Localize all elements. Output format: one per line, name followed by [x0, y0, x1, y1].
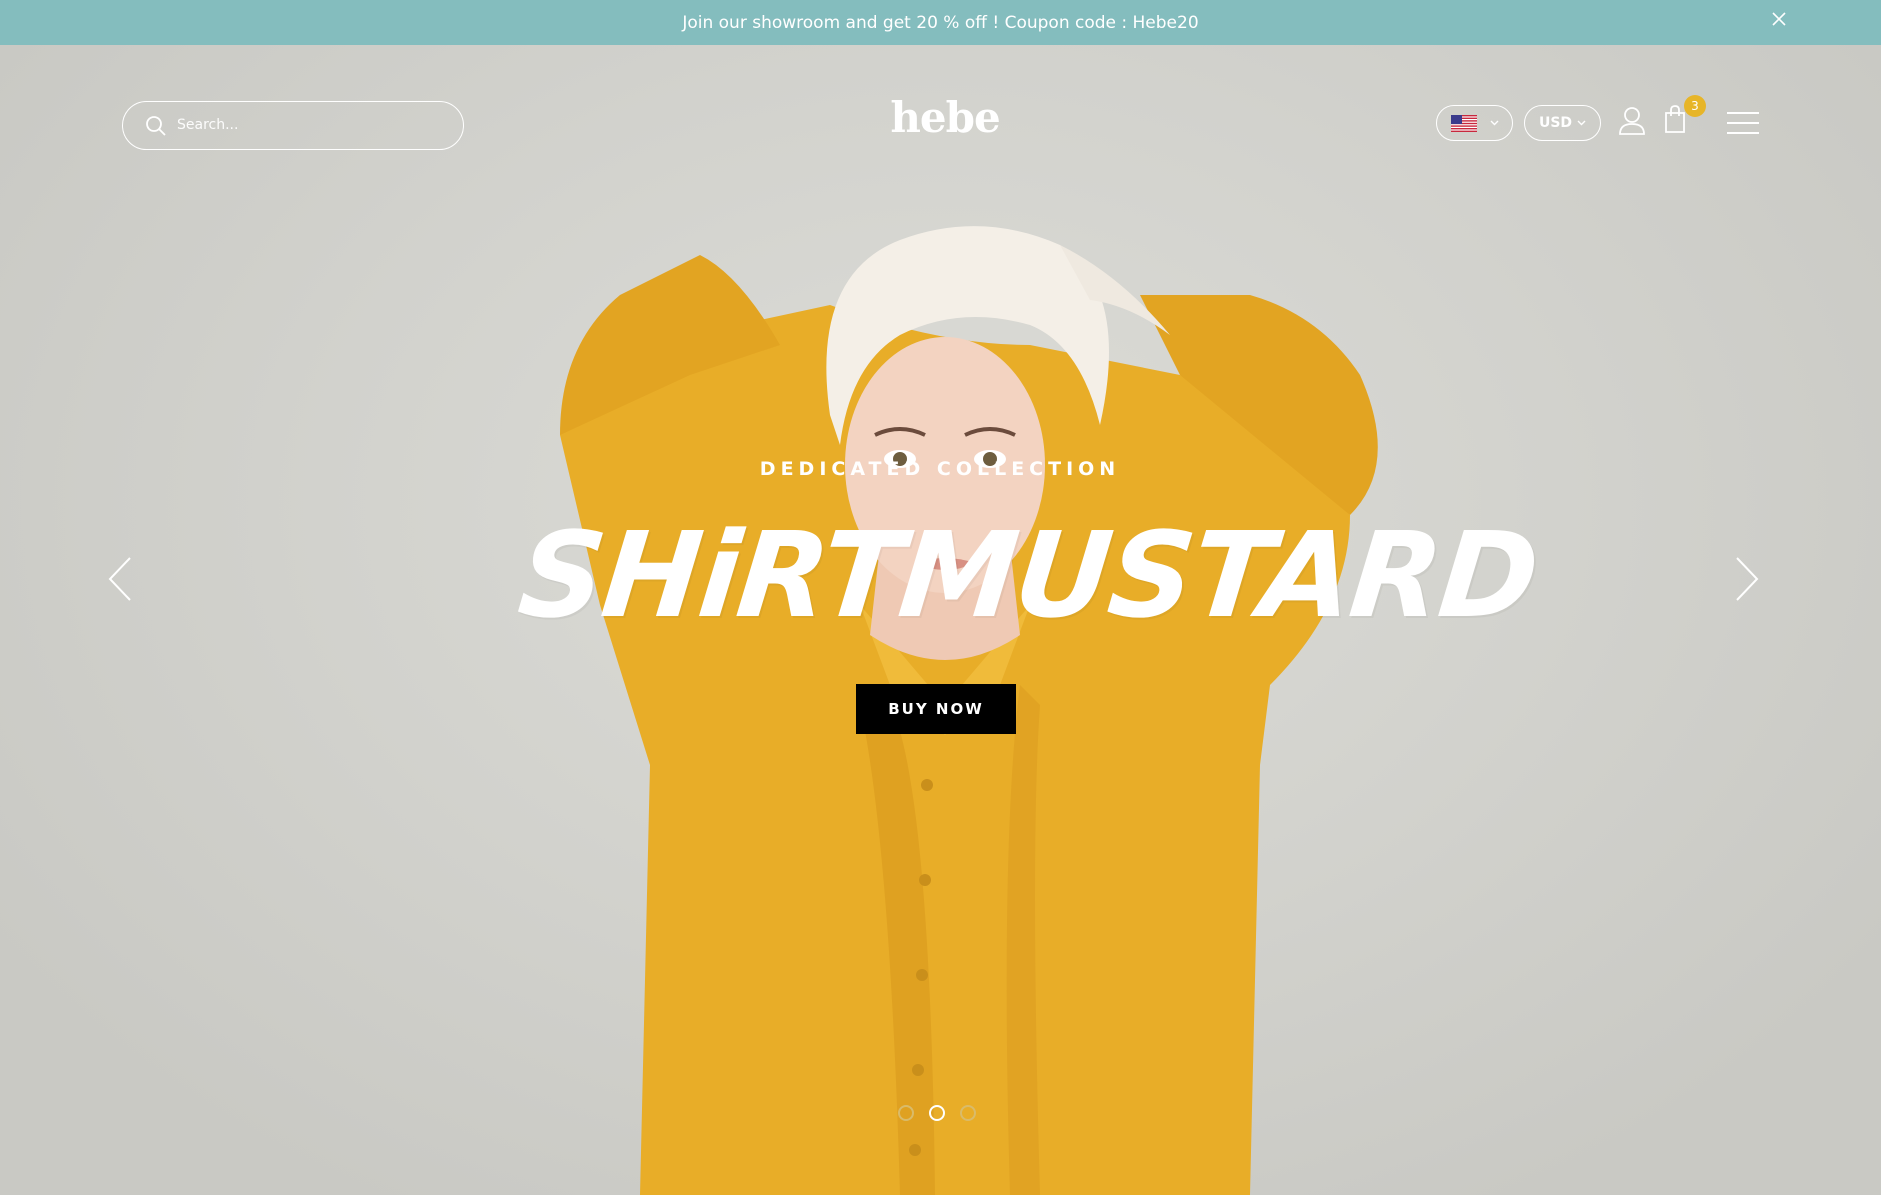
chevron-down-icon [1490, 120, 1498, 126]
user-icon[interactable] [1618, 106, 1646, 136]
arrow-left-icon[interactable] [106, 556, 134, 602]
search-box[interactable] [122, 101, 464, 150]
search-input[interactable] [177, 111, 447, 139]
slider-dot[interactable] [898, 1105, 914, 1121]
search-icon[interactable] [145, 115, 167, 137]
menu-icon[interactable] [1727, 111, 1759, 135]
us-flag-icon [1450, 114, 1477, 132]
close-icon[interactable] [1769, 9, 1789, 29]
cart-count-badge: 3 [1684, 95, 1706, 117]
announcement-text: Join our showroom and get 20 % off ! Cou… [682, 12, 1199, 33]
slider-dots [898, 1105, 978, 1123]
arrow-right-icon[interactable] [1733, 556, 1761, 602]
chevron-down-icon [1577, 120, 1586, 126]
slide-title: SHiRTMUSTARD [512, 506, 1544, 644]
currency-selector[interactable]: USD [1524, 105, 1601, 141]
slider-dot[interactable] [960, 1105, 976, 1121]
site-logo[interactable]: hebe [880, 93, 1010, 143]
announcement-bar: Join our showroom and get 20 % off ! Cou… [0, 0, 1881, 45]
currency-label: USD [1538, 115, 1573, 131]
buy-now-button[interactable]: BUY NOW [856, 684, 1016, 734]
language-selector[interactable] [1436, 105, 1513, 141]
slider-dot[interactable] [929, 1105, 945, 1121]
slide-subtitle: DEDICATED COLLECTION [759, 458, 1121, 480]
